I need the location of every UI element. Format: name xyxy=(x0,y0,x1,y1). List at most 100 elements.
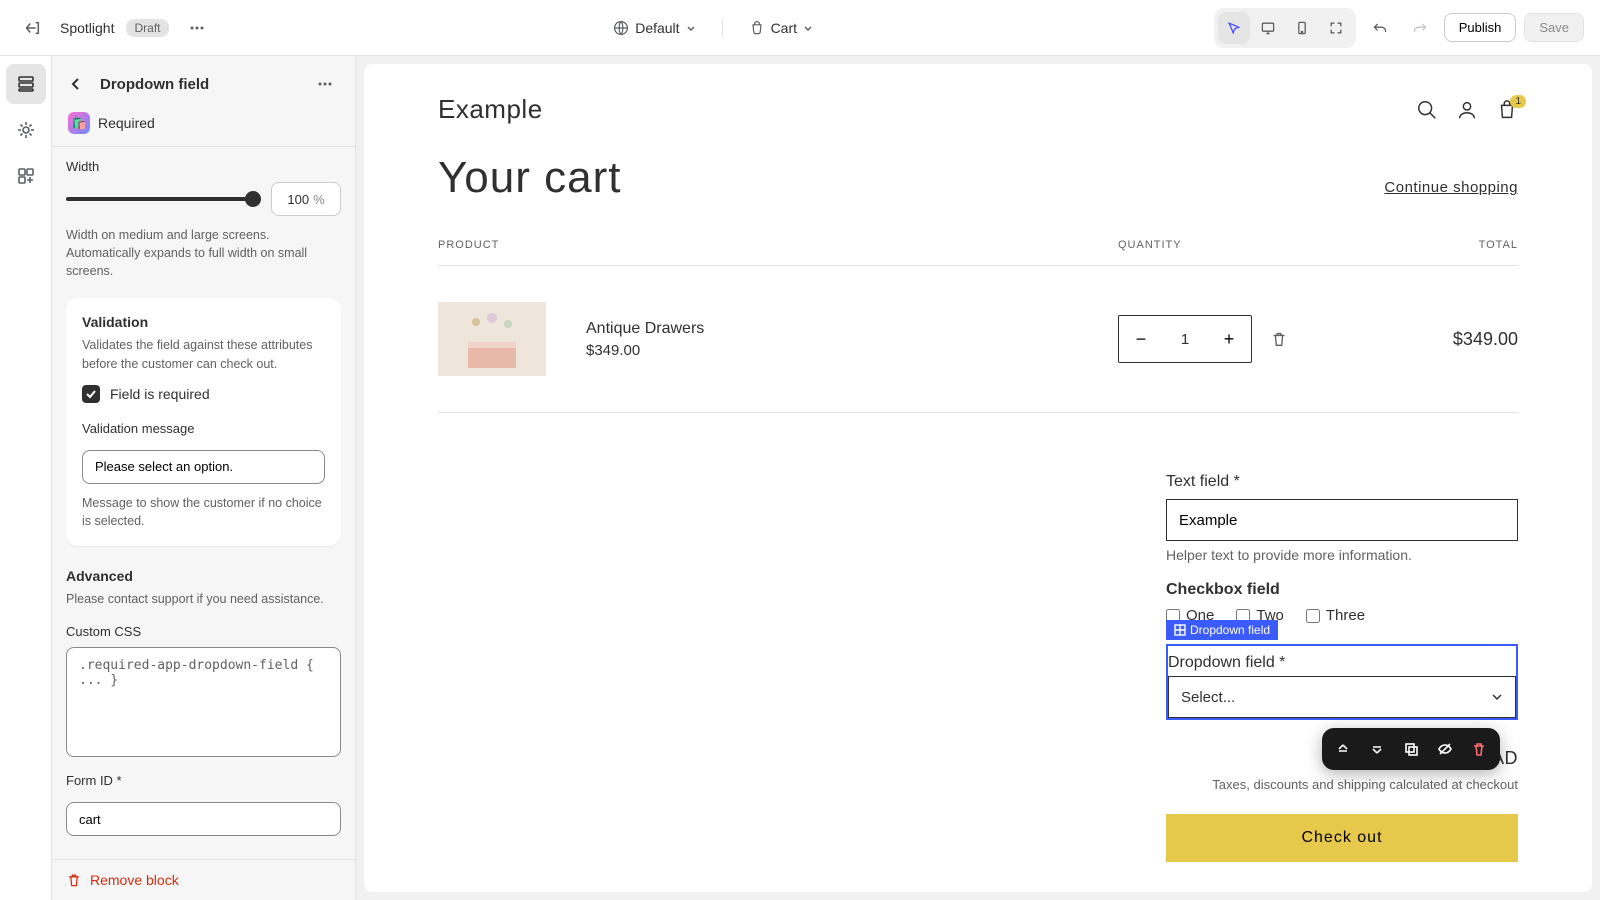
move-down-icon xyxy=(1369,741,1385,757)
dropdown-placeholder: Select... xyxy=(1181,689,1235,706)
template-label: Cart xyxy=(771,20,797,36)
theme-name: Spotlight xyxy=(60,20,114,36)
required-checkbox-row[interactable]: Field is required xyxy=(82,385,325,403)
bag-button[interactable]: 1 xyxy=(1496,99,1518,121)
move-down-button[interactable] xyxy=(1362,734,1392,764)
remove-item-button[interactable] xyxy=(1270,330,1288,348)
exit-icon xyxy=(23,19,41,37)
preview-canvas: Example 1 Your cart Continue shopping PR… xyxy=(364,64,1592,892)
store-icons: 1 xyxy=(1416,99,1518,121)
width-row: 100 % xyxy=(66,182,341,216)
validation-desc: Validates the field against these attrib… xyxy=(82,336,325,372)
validation-msg-help: Message to show the customer if no choic… xyxy=(82,494,325,530)
product-image[interactable] xyxy=(438,302,546,376)
cart-icon xyxy=(749,20,765,36)
text-field-input[interactable] xyxy=(1166,499,1518,541)
save-button[interactable]: Save xyxy=(1524,13,1584,42)
dropdown-select[interactable]: Select... xyxy=(1168,676,1516,718)
sidebar-body: Width 100 % Width on medium and large sc… xyxy=(52,147,355,859)
checkout-button[interactable]: Check out xyxy=(1166,814,1518,862)
app-row[interactable]: 🛍️ Required xyxy=(52,106,355,146)
delete-button[interactable] xyxy=(1464,734,1494,764)
nav-rail xyxy=(0,56,52,900)
dots-icon xyxy=(317,76,333,92)
inspector-toggle[interactable] xyxy=(1218,12,1250,44)
top-bar: Spotlight Draft Default Cart xyxy=(0,0,1600,56)
validation-msg-label: Validation message xyxy=(82,421,325,436)
hide-button[interactable] xyxy=(1430,734,1460,764)
quantity-stepper: − 1 + xyxy=(1118,315,1252,363)
width-label: Width xyxy=(66,159,341,174)
form-id-label: Form ID * xyxy=(66,773,341,788)
store-header: Example 1 xyxy=(438,94,1518,125)
width-slider[interactable] xyxy=(66,197,259,201)
cursor-icon xyxy=(1226,20,1242,36)
sections-icon xyxy=(16,74,36,94)
apps-tab[interactable] xyxy=(6,156,46,196)
form-id-input[interactable] xyxy=(66,802,341,836)
globe-icon xyxy=(613,20,629,36)
desktop-view-button[interactable] xyxy=(1252,12,1284,44)
move-up-button[interactable] xyxy=(1328,734,1358,764)
remove-block-button[interactable]: Remove block xyxy=(66,872,341,888)
redo-button[interactable] xyxy=(1404,12,1436,44)
divider xyxy=(722,18,723,38)
app-name: Required xyxy=(98,115,155,131)
quantity-cell: − 1 + xyxy=(1118,315,1358,363)
publish-button[interactable]: Publish xyxy=(1444,13,1517,42)
duplicate-button[interactable] xyxy=(1396,734,1426,764)
desktop-icon xyxy=(1260,20,1276,36)
settings-tab[interactable] xyxy=(6,110,46,150)
slider-thumb[interactable] xyxy=(245,191,261,207)
redo-icon xyxy=(1412,20,1428,36)
mobile-view-button[interactable] xyxy=(1286,12,1318,44)
col-total: TOTAL xyxy=(1358,239,1518,251)
remove-block-label: Remove block xyxy=(90,872,179,888)
store-name[interactable]: Example xyxy=(438,94,543,125)
dots-icon xyxy=(189,20,205,36)
chevron-left-icon xyxy=(69,77,83,91)
product-name[interactable]: Antique Drawers xyxy=(586,320,1118,338)
line-total: $349.00 xyxy=(1358,329,1518,350)
checkbox-three[interactable]: Three xyxy=(1306,607,1365,624)
exit-button[interactable] xyxy=(16,12,48,44)
fullscreen-view-button[interactable] xyxy=(1320,12,1352,44)
context-default-dropdown[interactable]: Default xyxy=(603,14,705,42)
text-field-helper: Helper text to provide more information. xyxy=(1166,547,1518,563)
main: Dropdown field 🛍️ Required Width 100 % W… xyxy=(0,56,1600,900)
width-value: 100 xyxy=(287,192,309,207)
tax-note: Taxes, discounts and shipping calculated… xyxy=(1166,777,1518,792)
cart-top: Your cart Continue shopping xyxy=(438,153,1518,203)
text-field-label: Text field * xyxy=(1166,473,1518,491)
required-checkbox[interactable] xyxy=(82,385,100,403)
chevron-down-icon xyxy=(686,23,696,33)
more-actions-button[interactable] xyxy=(181,12,213,44)
back-button[interactable] xyxy=(62,70,90,98)
undo-button[interactable] xyxy=(1364,12,1396,44)
validation-msg-input[interactable] xyxy=(82,450,325,484)
col-product: PRODUCT xyxy=(438,239,1118,251)
advanced-desc: Please contact support if you need assis… xyxy=(66,590,341,608)
cart-line-item: Antique Drawers $349.00 − 1 + $349.00 xyxy=(438,266,1518,413)
product-info: Antique Drawers $349.00 xyxy=(586,320,1118,359)
sections-tab[interactable] xyxy=(6,64,46,104)
context-default-label: Default xyxy=(635,20,679,36)
topbar-left: Spotlight Draft xyxy=(16,12,213,44)
width-input[interactable]: 100 % xyxy=(271,182,341,216)
check-icon xyxy=(85,388,97,400)
account-icon[interactable] xyxy=(1456,99,1478,121)
search-icon[interactable] xyxy=(1416,99,1438,121)
qty-decrease-button[interactable]: − xyxy=(1119,316,1163,362)
selection-tag[interactable]: Dropdown field xyxy=(1166,620,1278,640)
col-quantity: QUANTITY xyxy=(1118,239,1358,251)
template-cart-dropdown[interactable]: Cart xyxy=(739,14,823,42)
block-more-button[interactable] xyxy=(309,68,341,100)
topbar-right: Publish Save xyxy=(1214,8,1584,48)
checkbox-field-label: Checkbox field xyxy=(1166,581,1518,599)
app-icon: 🛍️ xyxy=(68,112,90,134)
product-price: $349.00 xyxy=(586,342,1118,359)
qty-increase-button[interactable]: + xyxy=(1207,316,1251,362)
continue-shopping-link[interactable]: Continue shopping xyxy=(1384,179,1518,196)
validation-heading: Validation xyxy=(82,314,325,330)
custom-css-input[interactable]: .required-app-dropdown-field { ... } xyxy=(66,647,341,757)
